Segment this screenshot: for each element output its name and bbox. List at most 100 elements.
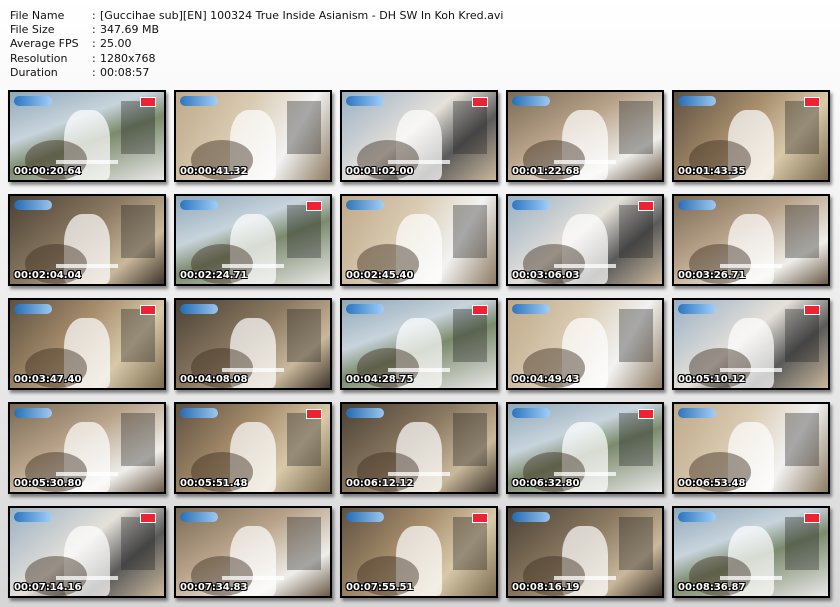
frame-shape xyxy=(286,204,321,258)
video-thumbnail: 00:03:26.71 xyxy=(672,194,830,286)
network-logo-icon xyxy=(638,201,654,211)
channel-logo-icon xyxy=(678,96,716,106)
frame-shape xyxy=(452,412,487,466)
thumbnail-timestamp: 00:07:34.83 xyxy=(180,582,248,593)
video-thumbnail: 00:07:14.16 xyxy=(8,506,166,598)
channel-logo-icon xyxy=(512,512,550,522)
video-thumbnail: 00:01:22.68 xyxy=(506,90,664,182)
thumbnail-frame: 00:03:06.03 xyxy=(508,196,662,284)
network-logo-icon xyxy=(804,513,820,523)
thumbnail-frame: 00:05:10.12 xyxy=(674,300,828,388)
thumbnail-frame: 00:02:04.04 xyxy=(10,196,164,284)
info-separator: : xyxy=(92,51,96,65)
info-value: 347.69 MB xyxy=(100,23,160,37)
frame-shape xyxy=(618,412,653,466)
info-value: [Guccihae sub][EN] 100324 True Inside As… xyxy=(100,9,504,22)
thumbnail-timestamp: 00:02:24.71 xyxy=(180,270,248,281)
frame-shape xyxy=(286,516,321,570)
thumbnail-timestamp: 00:03:06.03 xyxy=(512,270,580,281)
frame-shape xyxy=(618,516,653,570)
frame-shape xyxy=(784,516,819,570)
network-logo-icon xyxy=(140,513,156,523)
info-separator: : xyxy=(92,23,96,37)
channel-logo-icon xyxy=(14,200,52,210)
subtitle-bar xyxy=(388,160,450,164)
thumbnail-timestamp: 00:03:47.40 xyxy=(14,374,82,385)
channel-logo-icon xyxy=(678,304,716,314)
info-separator: : xyxy=(92,65,96,79)
info-separator: : xyxy=(92,9,96,22)
video-thumbnail: 00:01:43.35 xyxy=(672,90,830,182)
channel-logo-icon xyxy=(346,96,384,106)
thumbnail-timestamp: 00:00:20.64 xyxy=(14,166,82,177)
thumbnail-frame: 00:05:30.80 xyxy=(10,404,164,492)
video-thumbnail: 00:04:49.43 xyxy=(506,298,664,390)
thumbnail-timestamp: 00:06:53.48 xyxy=(678,478,746,489)
subtitle-bar xyxy=(56,264,118,268)
video-thumbnail: 00:00:20.64 xyxy=(8,90,166,182)
thumbnail-frame: 00:01:02.00 xyxy=(342,92,496,180)
video-thumbnail: 00:06:32.80 xyxy=(506,402,664,494)
channel-logo-icon xyxy=(346,200,384,210)
thumbnail-timestamp: 00:01:02.00 xyxy=(346,166,414,177)
subtitle-bar xyxy=(720,368,782,372)
video-thumbnail: 00:08:16.19 xyxy=(506,506,664,598)
subtitle-bar xyxy=(554,264,616,268)
frame-shape xyxy=(286,412,321,466)
info-row: Average FPS:25.00 xyxy=(10,37,503,51)
channel-logo-icon xyxy=(180,408,218,418)
thumbnail-frame: 00:03:26.71 xyxy=(674,196,828,284)
thumbnail-timestamp: 00:02:45.40 xyxy=(346,270,414,281)
video-thumbnail: 00:04:08.08 xyxy=(174,298,332,390)
info-key: Average FPS xyxy=(10,37,79,51)
thumbnail-frame: 00:08:36.87 xyxy=(674,508,828,596)
network-logo-icon xyxy=(804,305,820,315)
channel-logo-icon xyxy=(14,408,52,418)
thumbnail-frame: 00:05:51.48 xyxy=(176,404,330,492)
thumbnail-frame: 00:00:20.64 xyxy=(10,92,164,180)
channel-logo-icon xyxy=(346,304,384,314)
network-logo-icon xyxy=(472,513,488,523)
thumbnail-frame: 00:02:24.71 xyxy=(176,196,330,284)
thumbnail-timestamp: 00:03:26.71 xyxy=(678,270,746,281)
thumbnail-frame: 00:04:28.75 xyxy=(342,300,496,388)
video-thumbnail: 00:03:47.40 xyxy=(8,298,166,390)
thumbnail-timestamp: 00:00:41.32 xyxy=(180,166,248,177)
network-logo-icon xyxy=(638,409,654,419)
subtitle-bar xyxy=(56,576,118,580)
frame-shape xyxy=(120,204,155,258)
subtitle-bar xyxy=(222,264,284,268)
thumbnail-timestamp: 00:06:12.12 xyxy=(346,478,414,489)
channel-logo-icon xyxy=(180,512,218,522)
network-logo-icon xyxy=(306,201,322,211)
video-thumbnail: 00:06:53.48 xyxy=(672,402,830,494)
channel-logo-icon xyxy=(14,304,52,314)
subtitle-bar xyxy=(222,576,284,580)
thumbnail-frame: 00:06:53.48 xyxy=(674,404,828,492)
video-thumbnail: 00:07:55.51 xyxy=(340,506,498,598)
info-key: Resolution xyxy=(10,51,68,65)
frame-shape xyxy=(452,204,487,258)
channel-logo-icon xyxy=(678,408,716,418)
info-row: Duration:00:08:57 xyxy=(10,66,503,80)
file-info-panel: File Name: [Guccihae sub][EN] 100324 True… xyxy=(10,9,503,80)
video-thumbnail: 00:06:12.12 xyxy=(340,402,498,494)
frame-shape xyxy=(452,100,487,154)
subtitle-bar xyxy=(56,472,118,476)
channel-logo-icon xyxy=(512,408,550,418)
info-value: 25.00 xyxy=(100,37,132,51)
channel-logo-icon xyxy=(180,96,218,106)
video-thumbnail: 00:03:06.03 xyxy=(506,194,664,286)
info-value: 00:08:57 xyxy=(100,65,150,79)
channel-logo-icon xyxy=(14,512,52,522)
subtitle-bar xyxy=(554,160,616,164)
thumbnail-timestamp: 00:05:30.80 xyxy=(14,478,82,489)
channel-logo-icon xyxy=(14,96,52,106)
thumbnail-timestamp: 00:04:49.43 xyxy=(512,374,580,385)
info-key: File Size xyxy=(10,23,55,37)
channel-logo-icon xyxy=(346,512,384,522)
video-thumbnail: 00:01:02.00 xyxy=(340,90,498,182)
channel-logo-icon xyxy=(346,408,384,418)
info-key: Duration xyxy=(10,65,58,79)
frame-shape xyxy=(784,412,819,466)
